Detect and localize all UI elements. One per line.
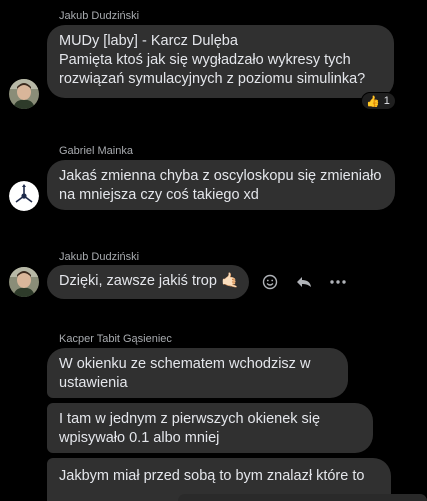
message-bubble[interactable]: I tam w jednym z pierwszych okienek się … <box>47 403 373 453</box>
message-bubble[interactable]: Dzięki, zawsze jakiś trop 🤙🏻 <box>47 265 249 299</box>
sender-name: Gabriel Mainka <box>59 145 133 157</box>
sender-name: Jakub Dudziński <box>59 251 140 263</box>
avatar[interactable] <box>9 267 39 297</box>
message-line: Pamięta ktoś jak się wygładzało wykresy … <box>59 52 351 68</box>
message-bubble[interactable] <box>178 494 427 501</box>
reply-arrow-icon[interactable] <box>293 271 315 293</box>
message-line: ustawienia <box>59 375 128 391</box>
more-dots-icon[interactable] <box>327 271 349 293</box>
message-line: rozwiązań symulacyjnych z poziomu simuli… <box>59 71 366 87</box>
message-line: Dzięki, zawsze jakiś trop 🤙🏻 <box>59 273 240 289</box>
message-line: MUDy [laby] - Karcz Dulęba <box>59 33 238 49</box>
smiley-icon[interactable] <box>259 271 281 293</box>
message-bubble[interactable]: Jakaś zmienna chyba z oscyloskopu się zm… <box>47 160 395 210</box>
sender-name: Kacper Tabit Gąsieniec <box>59 333 172 345</box>
reaction-badge[interactable]: 👍 1 <box>361 92 396 110</box>
message-line: Jakaś zmienna chyba z oscyloskopu się zm… <box>59 168 382 184</box>
message-line: wpisywało 0.1 albo mniej <box>59 430 220 446</box>
reaction-count: 1 <box>383 95 390 107</box>
avatar[interactable] <box>9 181 39 211</box>
message-line: W okienku ze schematem wchodzisz w <box>59 356 311 372</box>
message-line: I tam w jednym z pierwszych okienek się <box>59 411 321 427</box>
message-bubble[interactable]: MUDy [laby] - Karcz Dulęba Pamięta ktoś … <box>47 25 394 98</box>
message-line: na mniejsza czy coś takiego xd <box>59 187 259 203</box>
thumbs-up-icon: 👍 <box>366 95 380 108</box>
avatar[interactable] <box>9 79 39 109</box>
sender-name: Jakub Dudziński <box>59 10 140 22</box>
message-line: Jakbym miał przed sobą to bym znalazł kt… <box>59 468 365 484</box>
message-bubble[interactable]: W okienku ze schematem wchodzisz w ustaw… <box>47 348 348 398</box>
